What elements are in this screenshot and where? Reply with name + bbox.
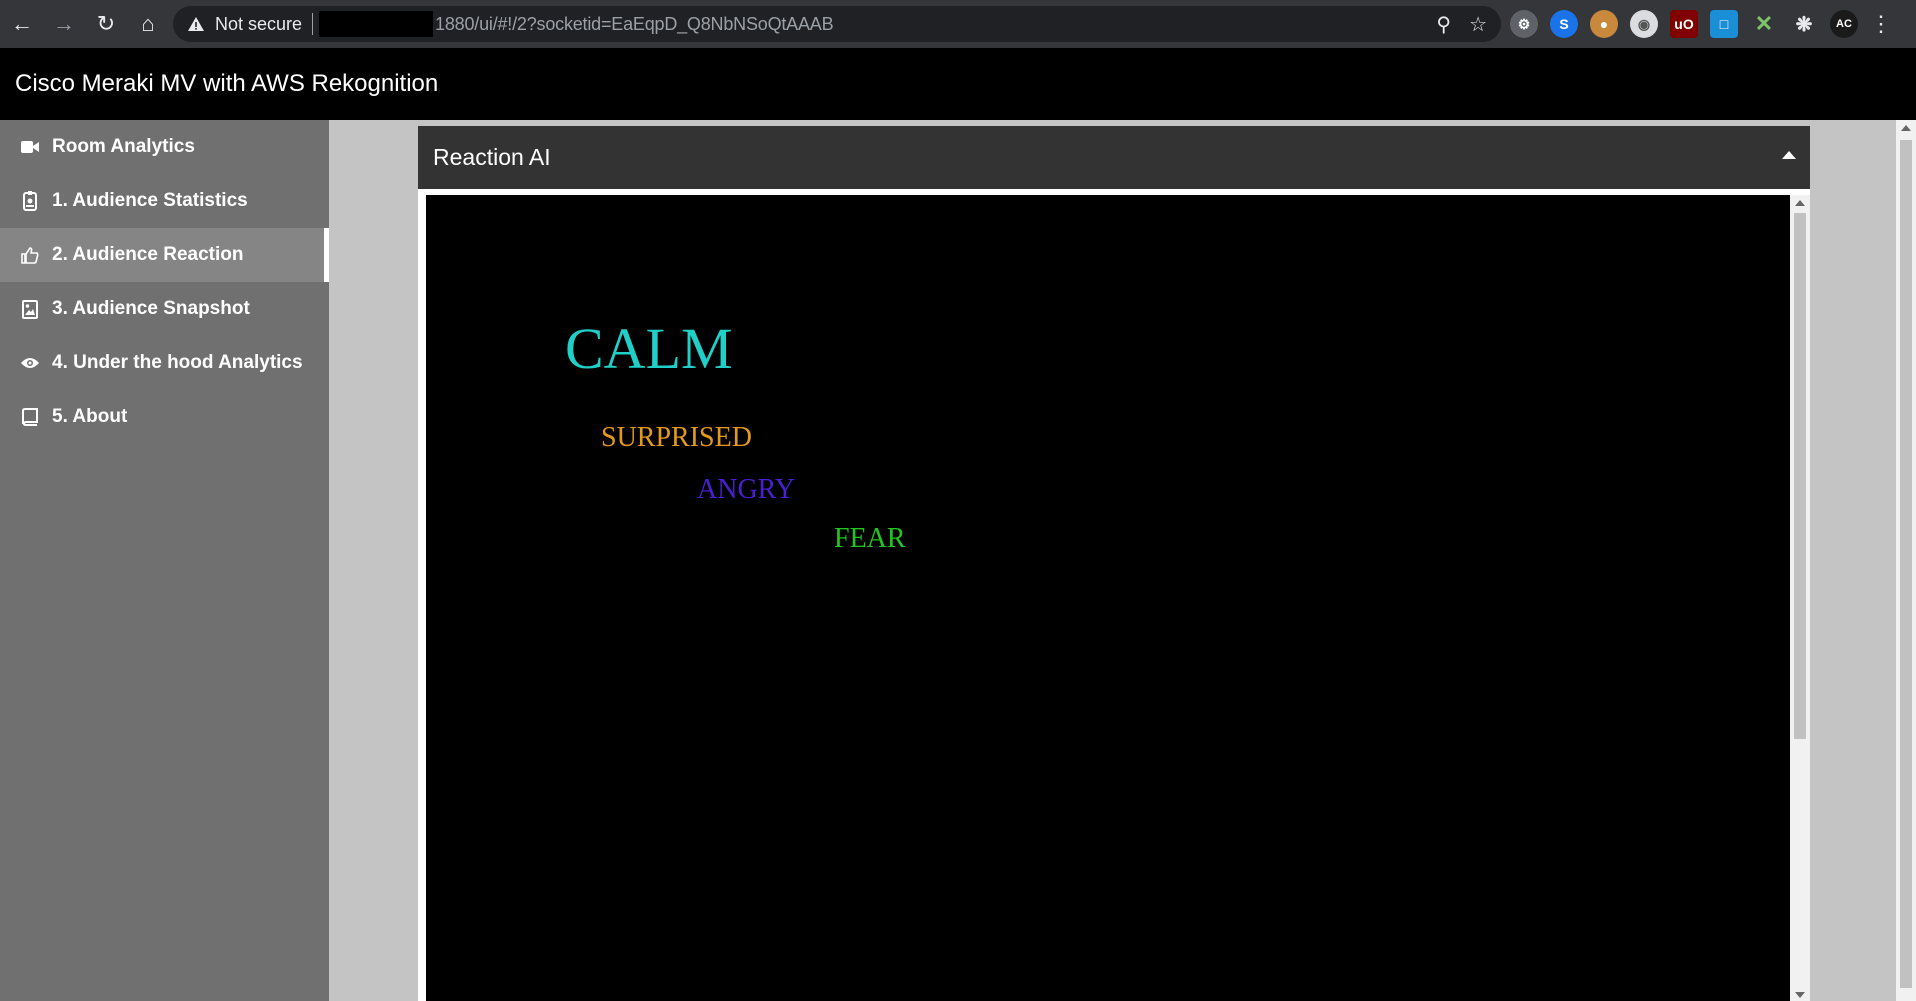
word-cloud-word: CALM (565, 316, 733, 381)
extension-circle-icon[interactable]: ◉ (1630, 10, 1658, 38)
extension-box-icon[interactable]: □ (1710, 10, 1738, 38)
back-icon[interactable]: ← (2, 4, 42, 44)
sidebar-item-about[interactable]: 5. About (0, 390, 329, 444)
redacted-host (319, 11, 434, 37)
app-title: Cisco Meraki MV with AWS Rekognition (15, 70, 439, 97)
warning-icon (188, 17, 204, 31)
reload-icon[interactable]: ↻ (86, 4, 126, 44)
sidebar-item-label: 1. Audience Statistics (52, 190, 248, 211)
url-text[interactable]: 1880/ui/#!/2?socketid=EaEqpD_Q8NbNSoQtAA… (435, 14, 834, 35)
thumbs-up-icon (20, 245, 40, 265)
sidebar-item-label: 2. Audience Reaction (52, 244, 244, 265)
app-header: Cisco Meraki MV with AWS Rekognition (0, 48, 1916, 120)
extension-x-icon[interactable]: ✕ (1750, 10, 1778, 38)
book-icon (20, 407, 40, 427)
scroll-up-arrow-icon[interactable] (1795, 200, 1805, 206)
sidebar-item-label: Room Analytics (52, 136, 195, 157)
sidebar-item-room-analytics[interactable]: Room Analytics (0, 120, 329, 174)
sidebar-item-label: 3. Audience Snapshot (52, 298, 250, 319)
word-cloud-word: SURPRISED (601, 422, 752, 453)
browser-toolbar: ← → ↻ ⌂ Not secure 1880/ui/#!/2?socketid… (0, 0, 1916, 48)
video-camera-icon (20, 137, 40, 157)
scroll-up-arrow-icon[interactable] (1901, 125, 1911, 131)
extension-cookie-icon[interactable]: ● (1590, 10, 1618, 38)
divider (312, 13, 314, 35)
sidebar-item-audience-snapshot[interactable]: 3. Audience Snapshot (0, 282, 329, 336)
image-icon (20, 299, 40, 319)
sidebar-item-under-the-hood-analytics[interactable]: 4. Under the hood Analytics (0, 336, 329, 390)
sidebar: Room Analytics 1. Audience Statistics 2.… (0, 120, 329, 1001)
address-bar[interactable]: Not secure 1880/ui/#!/2?socketid=EaEqpD_… (173, 6, 1501, 42)
scroll-down-arrow-icon[interactable] (1795, 992, 1805, 998)
scrollbar-thumb[interactable] (1794, 213, 1806, 739)
eye-icon (20, 353, 40, 373)
content-scrollbar[interactable] (1790, 195, 1810, 1001)
panel-header[interactable]: Reaction AI (418, 126, 1810, 189)
home-icon[interactable]: ⌂ (128, 4, 168, 44)
scrollbar-thumb[interactable] (1900, 140, 1912, 988)
extensions-puzzle-icon[interactable]: ❋ (1790, 10, 1818, 38)
extension-ublock-icon[interactable]: uO (1670, 10, 1698, 38)
sidebar-item-label: 5. About (52, 406, 128, 427)
word-cloud-word: FEAR (834, 523, 906, 554)
profile-avatar[interactable]: AC (1830, 10, 1858, 38)
sidebar-item-label: 4. Under the hood Analytics (52, 352, 303, 373)
extension-gear-icon[interactable]: ⚙ (1510, 10, 1538, 38)
collapse-caret-icon[interactable] (1782, 150, 1796, 159)
menu-kebab-icon[interactable]: ⋮ (1870, 11, 1892, 37)
zoom-icon[interactable]: ⚲ (1436, 12, 1451, 37)
word-cloud-word: ANGRY (697, 474, 796, 505)
sidebar-item-audience-statistics[interactable]: 1. Audience Statistics (0, 174, 329, 228)
id-badge-icon (20, 191, 40, 211)
page-scrollbar[interactable] (1896, 120, 1916, 1001)
reaction-panel: Reaction AI CALM SURPRISED ANGRY FEAR (418, 126, 1810, 1001)
bookmark-star-icon[interactable]: ☆ (1469, 12, 1487, 37)
panel-title: Reaction AI (433, 144, 551, 170)
word-cloud: CALM SURPRISED ANGRY FEAR (426, 195, 1790, 1001)
sidebar-item-audience-reaction[interactable]: 2. Audience Reaction (0, 228, 329, 282)
security-label: Not secure (215, 13, 303, 34)
forward-icon[interactable]: → (44, 4, 84, 44)
extension-s-icon[interactable]: S (1550, 10, 1578, 38)
